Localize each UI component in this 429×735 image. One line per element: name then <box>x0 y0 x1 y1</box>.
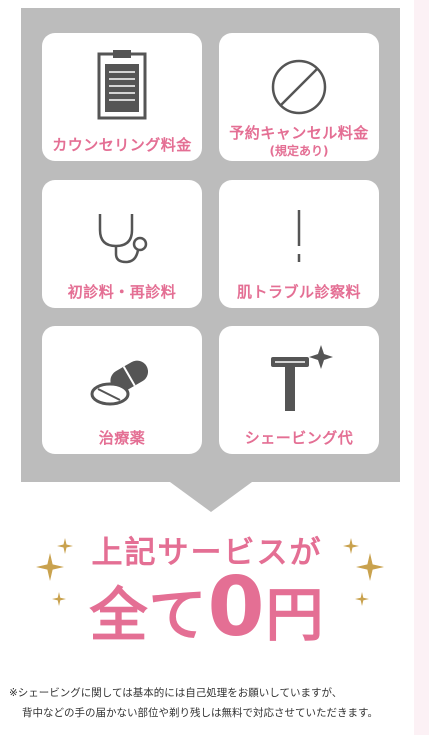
service-label: 治療薬 <box>98 429 146 447</box>
headline-prefix: 全て <box>89 581 208 649</box>
service-card-medication: 治療薬 <box>42 326 202 454</box>
headline-line2: 全て0円 <box>0 567 414 655</box>
sparkle-icon <box>343 538 359 554</box>
footnote-line2: 背中などの手の届かない部位や剃り残しは無料で対応させていただきます。 <box>22 707 378 719</box>
clipboard-icon <box>42 47 202 123</box>
sparkle-icon <box>57 538 73 554</box>
service-card-consultation: 初診料・再診料 <box>42 180 202 308</box>
sparkle-icon <box>356 553 384 581</box>
pills-icon <box>42 344 202 420</box>
down-arrow <box>170 482 252 512</box>
footnote-line1: ※シェービングに関しては基本的には自己処理をお願いしていますが、 <box>9 687 343 699</box>
stethoscope-icon <box>42 198 202 274</box>
service-card-cancel-fee: 予約キャンセル料金 (規定あり) <box>219 33 379 161</box>
sparkle-icon <box>36 553 64 581</box>
service-label: 予約キャンセル料金 <box>229 124 369 142</box>
headline-suffix: 円 <box>265 581 325 649</box>
footnote: ※シェービングに関しては基本的には自己処理をお願いしていますが、 背中などの手の… <box>9 683 414 723</box>
service-label: 初診料・再診料 <box>67 283 177 301</box>
service-card-shaving: シェービング代 <box>219 326 379 454</box>
exclamation-icon <box>219 198 379 274</box>
service-card-skin-trouble: 肌トラブル診察料 <box>219 180 379 308</box>
sparkle-icon <box>52 592 66 606</box>
service-sublabel: (規定あり) <box>269 144 329 158</box>
service-label: 肌トラブル診察料 <box>236 283 361 301</box>
side-strip <box>414 0 429 735</box>
razor-icon <box>219 340 379 416</box>
service-label: シェービング代 <box>244 429 354 447</box>
service-card-counseling: カウンセリング料金 <box>42 33 202 161</box>
sparkle-icon <box>355 592 369 606</box>
headline-zero: 0 <box>207 560 266 655</box>
service-label: カウンセリング料金 <box>52 136 192 154</box>
prohibited-icon <box>219 49 379 125</box>
